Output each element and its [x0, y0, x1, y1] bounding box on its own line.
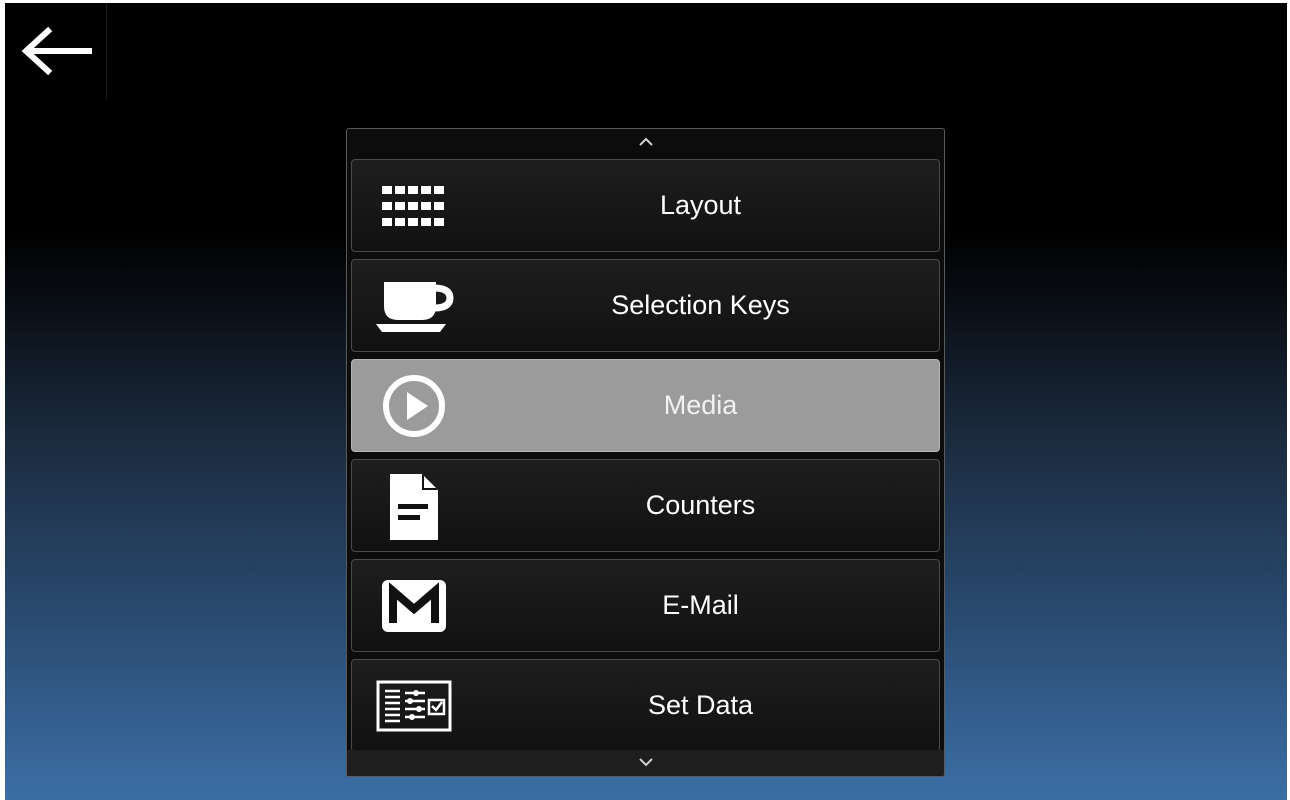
scroll-down-button[interactable]: [347, 750, 944, 776]
menu-item-label: Media: [663, 390, 738, 420]
chevron-up-icon: [638, 134, 654, 152]
menu-item-label: E-Mail: [662, 590, 739, 620]
mail-icon: [372, 574, 456, 638]
menu-item-counters[interactable]: Counters: [351, 459, 940, 552]
screen: Layout Selection Keys Media Counters E-M…: [5, 3, 1287, 800]
menu-panel: Layout Selection Keys Media Counters E-M…: [346, 128, 945, 777]
menu-item-label: Selection Keys: [611, 290, 790, 320]
menu-item-selection-keys[interactable]: Selection Keys: [351, 259, 940, 352]
menu-item-layout[interactable]: Layout: [351, 159, 940, 252]
grid-icon: [372, 174, 456, 238]
menu-item-set-data[interactable]: Set Data: [351, 659, 940, 752]
coffee-cup-icon: [372, 274, 456, 338]
scroll-up-button[interactable]: [347, 129, 944, 157]
document-icon: [372, 474, 456, 540]
chevron-down-icon: [638, 754, 654, 772]
play-circle-icon: [372, 374, 456, 438]
arrow-left-icon: [18, 26, 94, 76]
menu-item-email[interactable]: E-Mail: [351, 559, 940, 652]
menu-item-label: Layout: [659, 190, 742, 220]
menu-item-label: Set Data: [647, 690, 754, 720]
menu-item-label: Counters: [645, 490, 756, 520]
menu-item-media[interactable]: Media: [351, 359, 940, 452]
settings-list-icon: [372, 674, 456, 738]
back-button[interactable]: [5, 3, 107, 99]
